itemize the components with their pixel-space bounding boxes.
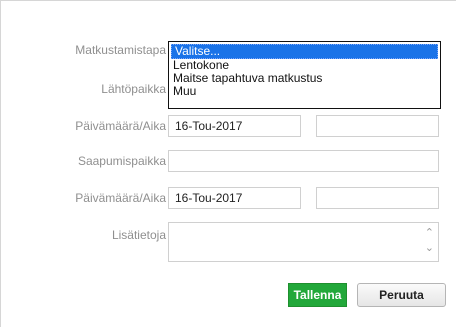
travel-mode-label: Matkustamistapa <box>75 43 166 57</box>
additional-info-label: Lisätietoja <box>111 228 166 242</box>
scroll-down-icon[interactable]: ⌄ <box>425 243 434 254</box>
additional-info-textarea[interactable]: ⌃ ⌄ <box>168 222 439 262</box>
arrival-datetime-label: Päivämäärä/Aika <box>75 191 166 205</box>
arrival-time-input[interactable] <box>316 187 439 209</box>
arrival-place-label: Saapumispaikka <box>77 154 166 168</box>
scroll-up-icon[interactable]: ⌃ <box>425 228 434 239</box>
departure-time-input[interactable] <box>316 115 439 137</box>
cancel-button[interactable]: Peruuta <box>357 283 446 307</box>
travel-mode-option[interactable]: Muu <box>169 85 440 98</box>
travel-form-panel: Matkustamistapa Lähtöpaikka Päivämäärä/A… <box>0 0 456 327</box>
arrival-place-input[interactable] <box>168 150 439 172</box>
departure-date-input[interactable]: 16-Tou-2017 <box>168 115 301 137</box>
departure-place-label: Lähtöpaikka <box>101 82 166 96</box>
travel-mode-dropdown[interactable]: Valitse... Lentokone Maitse tapahtuva ma… <box>168 41 441 109</box>
departure-datetime-label: Päivämäärä/Aika <box>75 119 166 133</box>
save-button[interactable]: Tallenna <box>288 283 347 307</box>
arrival-date-input[interactable]: 16-Tou-2017 <box>168 187 301 209</box>
travel-mode-option[interactable]: Maitse tapahtuva matkustus <box>169 72 440 85</box>
travel-mode-option[interactable]: Valitse... <box>171 44 438 59</box>
